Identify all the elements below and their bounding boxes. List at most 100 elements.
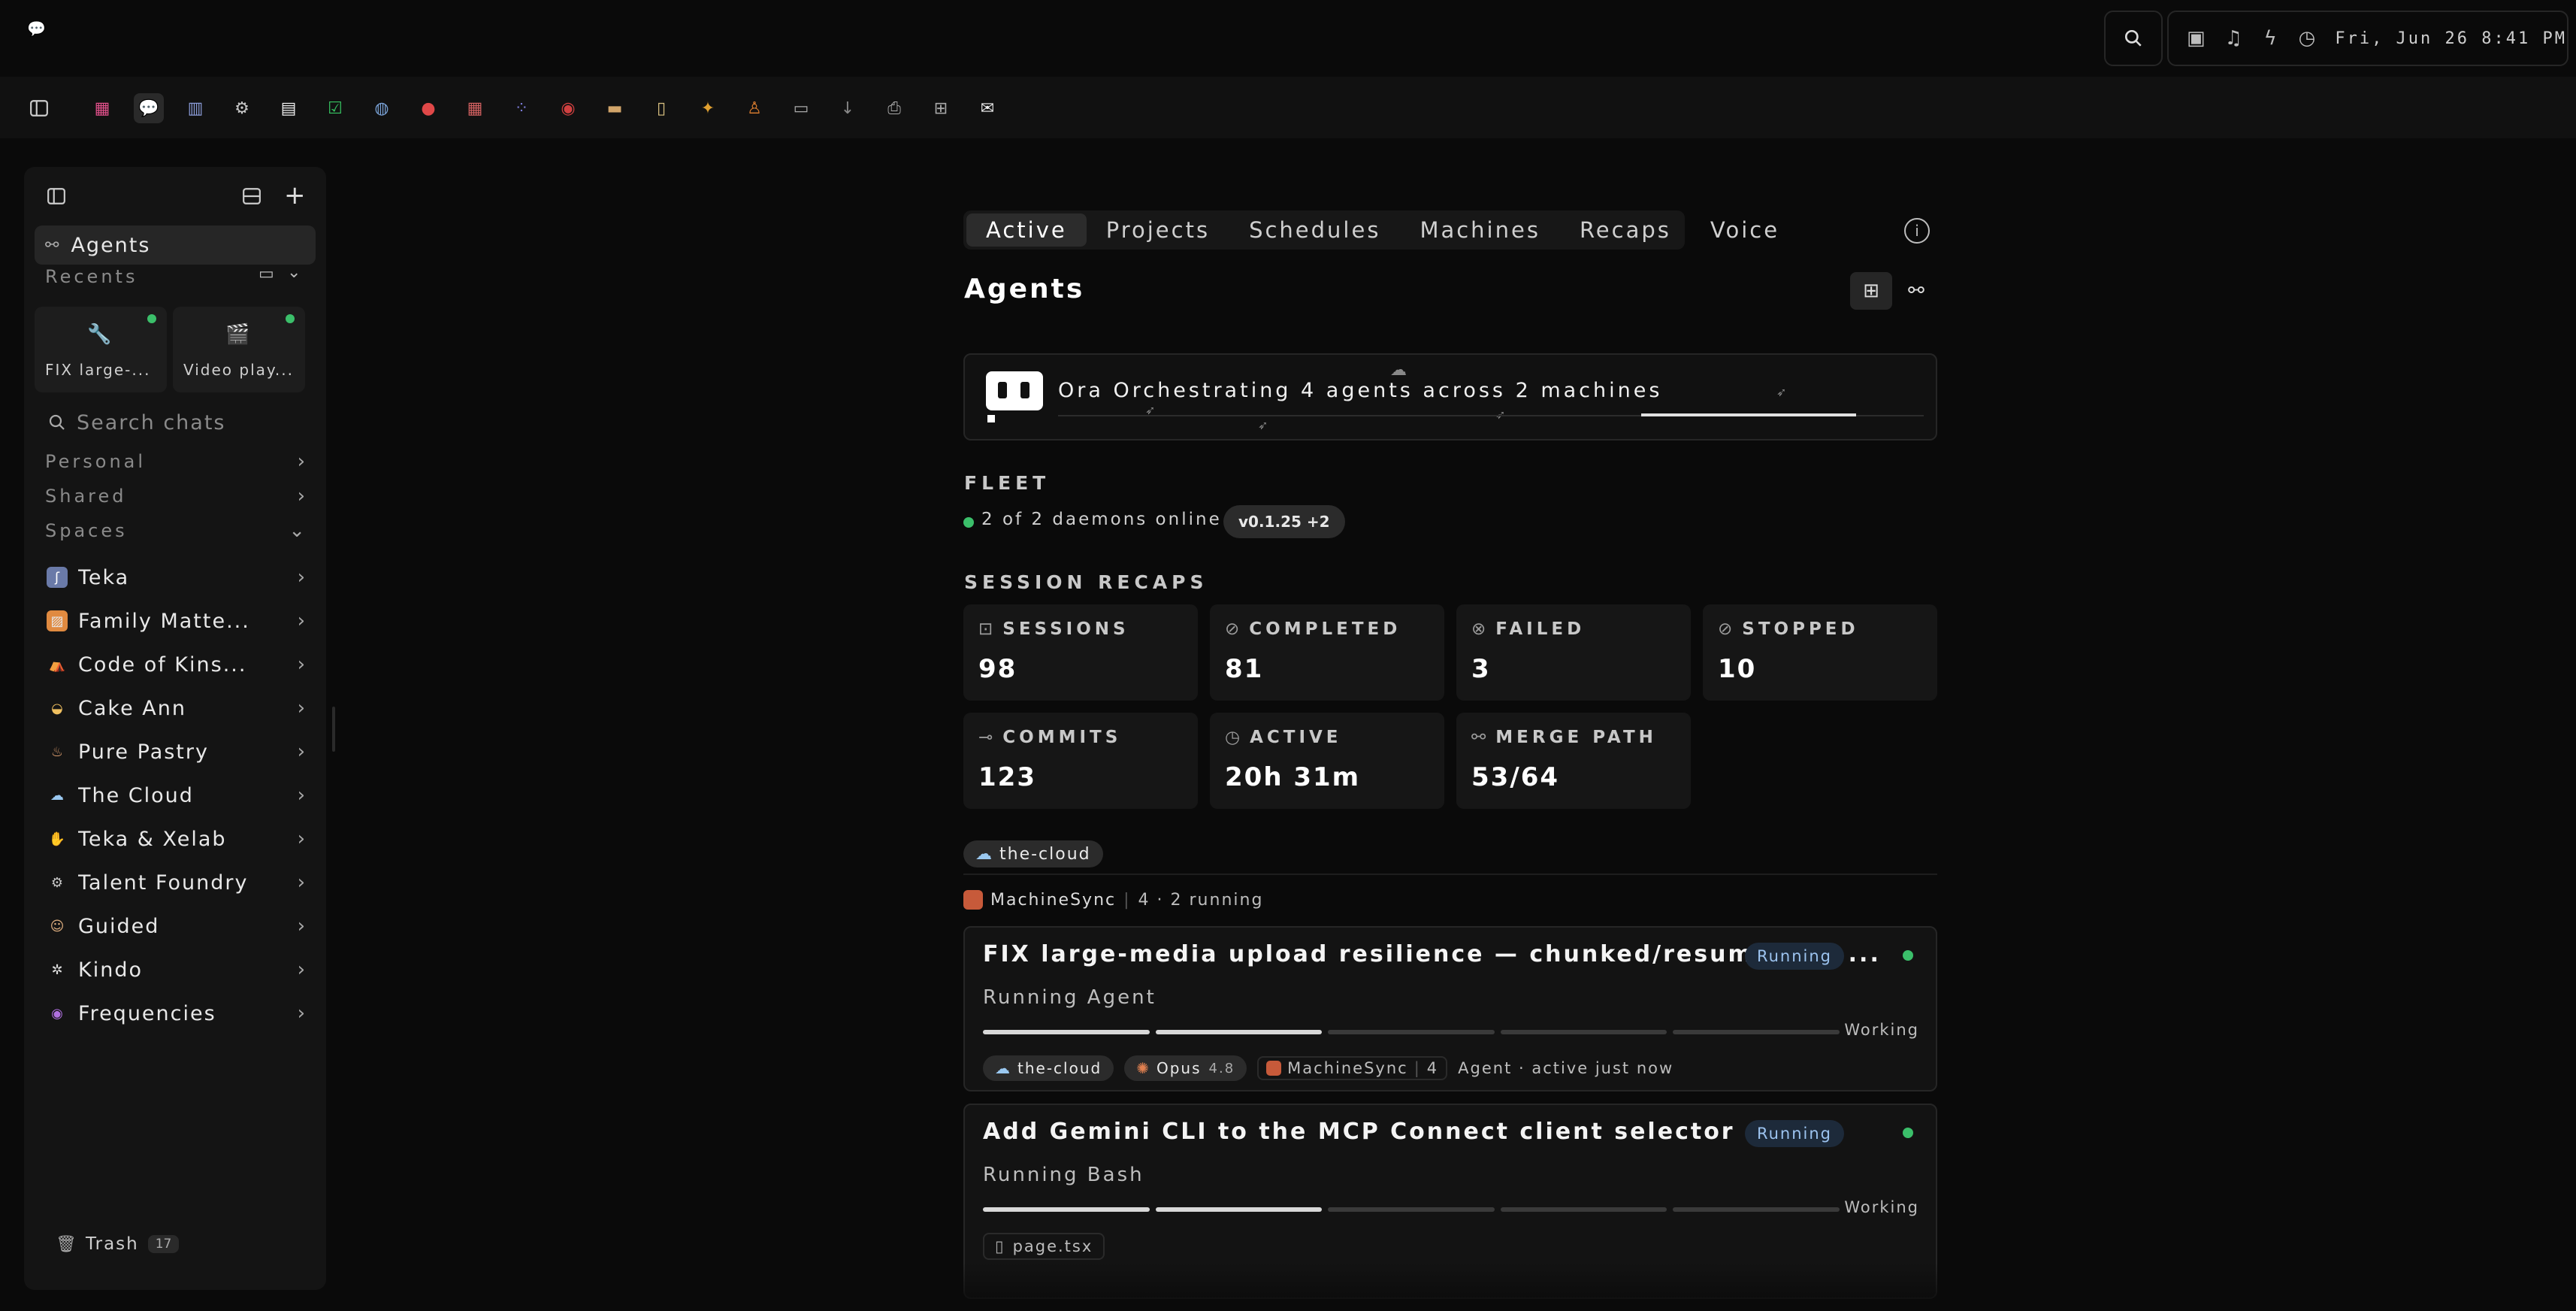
chart-icon[interactable]: ▥ bbox=[180, 93, 210, 123]
ora-orchestrator-card[interactable]: Ora Orchestrating 4 agents across 2 mach… bbox=[963, 353, 1937, 441]
merge-icon: ⚯ bbox=[1471, 728, 1490, 747]
timer-icon[interactable]: ◷ bbox=[2299, 27, 2316, 50]
agent-state: Working bbox=[1844, 1198, 1919, 1216]
record-icon[interactable]: ◉ bbox=[553, 93, 583, 123]
download-icon[interactable]: ↓ bbox=[833, 93, 863, 123]
headphones-icon[interactable]: ♫ bbox=[2225, 27, 2242, 50]
sidebar-item-label: The Cloud bbox=[78, 783, 194, 807]
app-dock: ▦ 💬 ▥ ⚙ ▤ ☑ ◍ ● ▦ ⁘ ◉ ▬ ▯ ✦ ♙ ▭ ↓ ⎙ ⊞ ✉ bbox=[0, 77, 2576, 138]
model-chip[interactable]: ✺ Opus 4.8 bbox=[1124, 1055, 1247, 1081]
check-icon[interactable]: ☑ bbox=[320, 93, 350, 123]
recent-card[interactable]: 🔧 FIX large-... bbox=[35, 307, 167, 392]
terminal-icon[interactable]: ▭ bbox=[786, 93, 816, 123]
sidebar-item-kindo[interactable]: ✲ Kindo › bbox=[35, 950, 316, 989]
new-chat-plus-icon[interactable]: + bbox=[284, 180, 306, 210]
cart-icon[interactable]: ⊞ bbox=[926, 93, 956, 123]
tab-projects[interactable]: Projects bbox=[1087, 213, 1229, 247]
search-chats-field[interactable]: Search chats bbox=[35, 403, 316, 442]
apple-icon[interactable]: ● bbox=[413, 93, 443, 123]
machine-group-header: MachineSync | 4 · 2 running bbox=[963, 890, 1263, 910]
sidebar-item-teka[interactable]: ʃ Teka › bbox=[35, 558, 316, 597]
recents-chat-icon[interactable]: ▭ bbox=[259, 265, 274, 283]
tab-active[interactable]: Active bbox=[966, 213, 1087, 247]
stat-label: STOPPED bbox=[1742, 619, 1859, 639]
sidebar-item-label: Code of Kins... bbox=[78, 652, 247, 677]
calendar-icon[interactable]: ▦ bbox=[460, 93, 490, 123]
trash-label: Trash bbox=[85, 1234, 139, 1254]
globe-icon[interactable]: ◍ bbox=[367, 93, 397, 123]
file-name: page.tsx bbox=[1012, 1237, 1093, 1255]
machine-chip[interactable]: MachineSync | 4 bbox=[1257, 1056, 1448, 1080]
clipboard-icon[interactable]: ▯ bbox=[646, 93, 676, 123]
figure-icon[interactable]: ♙ bbox=[739, 93, 769, 123]
sidebar-item-frequencies[interactable]: ◉ Frequencies › bbox=[35, 994, 316, 1033]
sidebar: + ⚯ Agents Recents ▭ ⌄ 🔧 FIX large-... 🎬… bbox=[24, 167, 326, 1290]
sidebar-item-code-of-kinship[interactable]: ⛺ Code of Kins... › bbox=[35, 645, 316, 684]
view-tabs: Active Projects Schedules Machines Recap… bbox=[963, 210, 1777, 250]
stat-commits: ⊸ COMMITS 123 bbox=[963, 713, 1198, 809]
chevron-right-icon: › bbox=[297, 958, 305, 981]
search-button[interactable] bbox=[2104, 11, 2163, 66]
collapse-sidebar-icon[interactable] bbox=[47, 186, 66, 209]
tab-machines[interactable]: Machines bbox=[1400, 213, 1560, 247]
stat-label: SESSIONS bbox=[1002, 619, 1129, 639]
tab-voice[interactable]: Voice bbox=[1691, 213, 1799, 247]
gear-icon[interactable]: ⚙ bbox=[227, 93, 257, 123]
sidebar-item-guided[interactable]: ☺ Guided › bbox=[35, 907, 316, 946]
chevron-right-icon: › bbox=[297, 610, 305, 632]
sidebar-toggle-icon[interactable] bbox=[24, 93, 54, 123]
sidebar-item-family-matters[interactable]: ▨ Family Matte... › bbox=[35, 601, 316, 640]
sidebar-item-teka-xelab[interactable]: ✋ Teka & Xelab › bbox=[35, 819, 316, 858]
grid-view-icon[interactable]: ⊞ bbox=[1850, 272, 1892, 310]
sidebar-item-label: Frequencies bbox=[78, 1001, 216, 1025]
page-title: Agents bbox=[964, 274, 1085, 304]
layout-toggle-icon[interactable] bbox=[242, 186, 262, 209]
section-personal[interactable]: Personal › bbox=[35, 447, 316, 477]
chevron-right-icon: › bbox=[297, 653, 305, 676]
file-chip[interactable]: ▯ page.tsx bbox=[983, 1233, 1105, 1260]
chevron-down-icon[interactable]: ⌄ bbox=[287, 263, 301, 282]
section-spaces[interactable]: Spaces ⌄ bbox=[35, 516, 316, 546]
lightning-icon[interactable]: ϟ bbox=[2262, 27, 2279, 50]
tab-schedules[interactable]: Schedules bbox=[1229, 213, 1400, 247]
sidebar-item-label: Teka bbox=[78, 565, 130, 589]
sidebar-item-talent-foundry[interactable]: ⚙ Talent Foundry › bbox=[35, 863, 316, 902]
trash-button[interactable]: 🗑 Trash 17 bbox=[56, 1234, 180, 1254]
section-shared[interactable]: Shared › bbox=[35, 481, 316, 511]
status-tray: ▣ ♫ ϟ ◷ Fri, Jun 26 8:41 PM bbox=[2167, 11, 2568, 66]
sidebar-item-the-cloud[interactable]: ☁ The Cloud › bbox=[35, 776, 316, 815]
chat-icon[interactable]: 💬 bbox=[134, 93, 164, 123]
workspace-chip[interactable]: ☁ the-cloud bbox=[983, 1055, 1114, 1081]
dots-icon[interactable]: ⁘ bbox=[506, 93, 537, 123]
sidebar-item-cake-ann[interactable]: ◒ Cake Ann › bbox=[35, 689, 316, 728]
mail-icon[interactable]: ✉ bbox=[972, 93, 1002, 123]
sidebar-item-pure-pastry[interactable]: ♨ Pure Pastry › bbox=[35, 732, 316, 771]
cake-icon: ◒ bbox=[51, 700, 63, 716]
printer-icon[interactable]: ⎙ bbox=[879, 93, 909, 123]
folder-icon[interactable]: ▬ bbox=[600, 93, 630, 123]
recent-card[interactable]: 🎬 Video play... bbox=[173, 307, 305, 392]
graph-view-icon[interactable]: ⚯ bbox=[1895, 272, 1937, 310]
chat-bubble-logo-icon[interactable]: 💬 bbox=[27, 20, 46, 38]
chevron-right-icon: › bbox=[297, 566, 305, 589]
info-icon[interactable]: i bbox=[1904, 218, 1930, 244]
clock-icon: ◷ bbox=[1225, 728, 1244, 747]
pastry-icon: ♨ bbox=[50, 743, 64, 760]
agent-card[interactable]: FIX large-media upload resilience — chun… bbox=[963, 926, 1937, 1091]
sidebar-resize-handle[interactable] bbox=[332, 707, 335, 752]
version-badge[interactable]: v0.1.25 +2 bbox=[1223, 505, 1345, 538]
butterfly-icon[interactable]: ✦ bbox=[693, 93, 723, 123]
stat-active: ◷ ACTIVE 20h 31m bbox=[1210, 713, 1444, 809]
trash-icon: 🗑 bbox=[56, 1234, 77, 1254]
fleet-status: 2 of 2 daemons online bbox=[981, 510, 1222, 529]
section-label: Shared bbox=[45, 486, 127, 507]
orb-icon: ◉ bbox=[51, 1005, 63, 1022]
tab-recaps[interactable]: Recaps bbox=[1560, 213, 1691, 247]
agent-chat-icon[interactable]: ▣ bbox=[2187, 27, 2206, 50]
sidebar-item-agents[interactable]: ⚯ Agents bbox=[35, 226, 316, 265]
grid-icon[interactable]: ▦ bbox=[87, 93, 117, 123]
workspace-chip[interactable]: ☁ the-cloud bbox=[963, 840, 1103, 867]
document-icon[interactable]: ▤ bbox=[274, 93, 304, 123]
chevron-right-icon: › bbox=[297, 871, 305, 894]
family-icon: ⛺ bbox=[48, 656, 66, 673]
